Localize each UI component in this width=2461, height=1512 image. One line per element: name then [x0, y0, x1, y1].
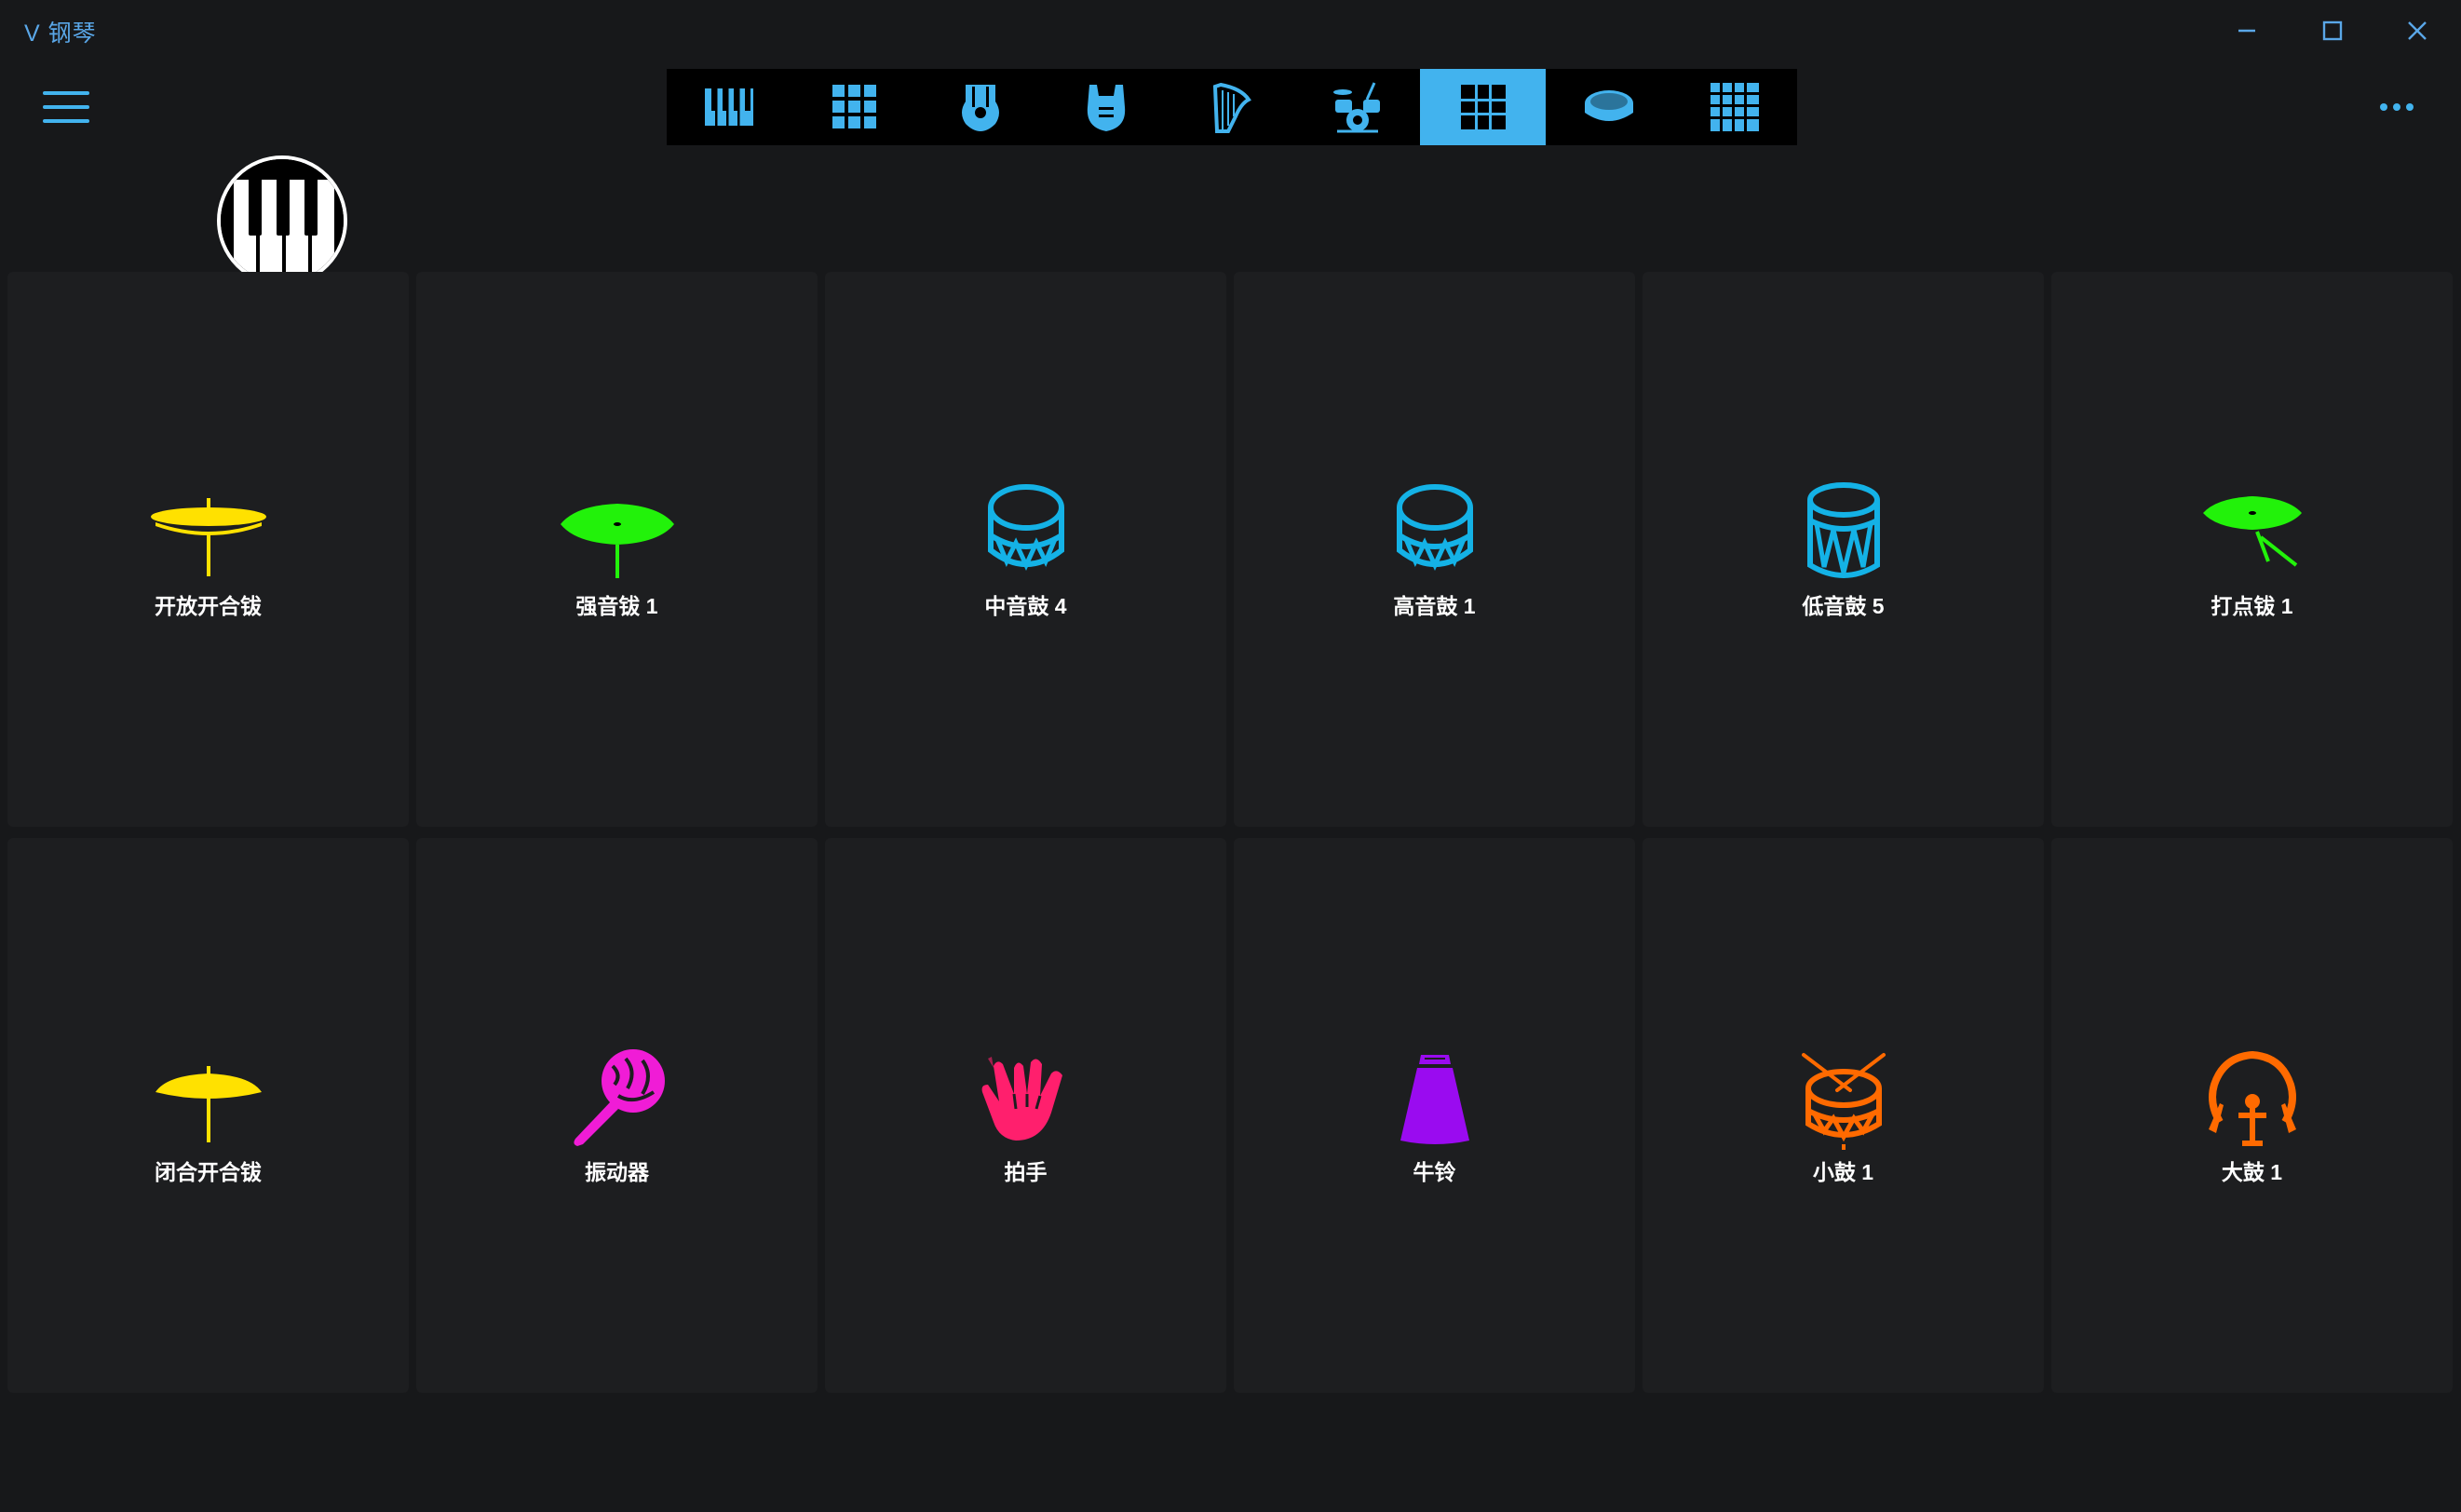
- cowbell-icon: [1400, 1055, 1469, 1144]
- drum-kit-icon: [1332, 82, 1380, 133]
- more-dots-icon: [2380, 103, 2414, 111]
- low-tom-icon: [1806, 482, 1880, 578]
- tool-acoustic-guitar[interactable]: [918, 69, 1044, 145]
- piano-icon: [221, 159, 344, 282]
- pad-maraca[interactable]: 振动器: [416, 838, 818, 1393]
- pad-label: 高音鼓 1: [1393, 594, 1476, 618]
- piano-keys-icon: [705, 88, 754, 126]
- clap-icon: [981, 1057, 1062, 1141]
- pad-hihat-open[interactable]: 开放开合钹: [7, 272, 409, 827]
- pad-label: 闭合开合钹: [155, 1160, 262, 1184]
- pad-label: 牛铃: [1413, 1160, 1456, 1184]
- pad-snare-drum[interactable]: 小鼓 1: [1643, 838, 2044, 1393]
- pad-clap[interactable]: 拍手: [825, 838, 1226, 1393]
- acoustic-guitar-icon: [962, 85, 1000, 131]
- minimize-icon: [2238, 29, 2255, 33]
- tool-drum-pads[interactable]: [1420, 69, 1547, 145]
- pad-hihat-closed[interactable]: 闭合开合钹: [7, 838, 409, 1393]
- ride-cymbal-icon: [2202, 496, 2302, 567]
- pad-high-tom[interactable]: 高音鼓 1: [1234, 272, 1635, 827]
- menu-button[interactable]: [37, 84, 95, 130]
- tool-piano[interactable]: [667, 69, 792, 145]
- pad-label: 大鼓 1: [2221, 1160, 2283, 1184]
- pads-grid-icon: [832, 85, 877, 128]
- instrument-toolbar: [667, 69, 1797, 145]
- pad-label: 强音钹 1: [575, 594, 658, 618]
- hihat-open-icon: [150, 498, 266, 576]
- pad-label: 拍手: [1004, 1160, 1048, 1184]
- snare-drum-icon: [1801, 1053, 1886, 1150]
- pad-crash-cymbal[interactable]: 强音钹 1: [416, 272, 818, 827]
- app-window: V 钢琴 开放开合钹 强音钹 1 中音鼓 4 高音鼓 1 低音鼓 5 打点钹 1…: [0, 0, 2461, 1512]
- crash-cymbal-icon: [560, 504, 674, 578]
- minimize-button[interactable]: [2219, 11, 2275, 50]
- app-title: V 钢琴: [24, 20, 97, 47]
- pad-label: 开放开合钹: [155, 594, 262, 618]
- tool-harp[interactable]: [1170, 69, 1295, 145]
- drum-pads-icon: [1460, 85, 1506, 129]
- piano-mode-badge[interactable]: [217, 155, 347, 286]
- high-tom-icon: [1396, 484, 1473, 572]
- close-button[interactable]: [2389, 11, 2445, 50]
- bass-drum-icon: [2208, 1050, 2296, 1146]
- harp-icon: [1212, 82, 1251, 133]
- drum-pad-grid: 开放开合钹 强音钹 1 中音鼓 4 高音鼓 1 低音鼓 5 打点钹 1 闭合开合…: [7, 272, 2453, 1395]
- tool-single-drum[interactable]: [1546, 69, 1671, 145]
- title-bar: V 钢琴: [0, 0, 2461, 61]
- tool-pads[interactable]: [792, 69, 918, 145]
- tool-large-grid[interactable]: [1671, 69, 1797, 145]
- maraca-icon: [573, 1049, 665, 1146]
- tool-drum-kit[interactable]: [1294, 69, 1420, 145]
- pad-ride-cymbal[interactable]: 打点钹 1: [2051, 272, 2453, 827]
- more-options-button[interactable]: [2365, 88, 2428, 126]
- pad-label: 打点钹 1: [2211, 594, 2293, 618]
- maximize-icon: [2322, 20, 2343, 41]
- pad-label: 振动器: [585, 1160, 649, 1184]
- pad-low-tom[interactable]: 低音鼓 5: [1643, 272, 2044, 827]
- hihat-closed-icon: [155, 1066, 262, 1142]
- electric-guitar-icon: [1087, 85, 1126, 131]
- tool-electric-guitar[interactable]: [1044, 69, 1170, 145]
- pad-label: 中音鼓 4: [984, 594, 1067, 618]
- pad-label: 小鼓 1: [1812, 1160, 1874, 1184]
- single-drum-icon: [1584, 90, 1633, 121]
- close-icon: [2408, 21, 2427, 40]
- pad-label: 低音鼓 5: [1802, 594, 1885, 618]
- large-grid-icon: [1710, 83, 1759, 131]
- pad-cowbell[interactable]: 牛铃: [1234, 838, 1635, 1393]
- maximize-button[interactable]: [2305, 11, 2360, 50]
- mid-tom-icon: [987, 484, 1064, 572]
- hamburger-icon: [43, 91, 89, 123]
- pad-bass-drum[interactable]: 大鼓 1: [2051, 838, 2453, 1393]
- pad-mid-tom[interactable]: 中音鼓 4: [825, 272, 1226, 827]
